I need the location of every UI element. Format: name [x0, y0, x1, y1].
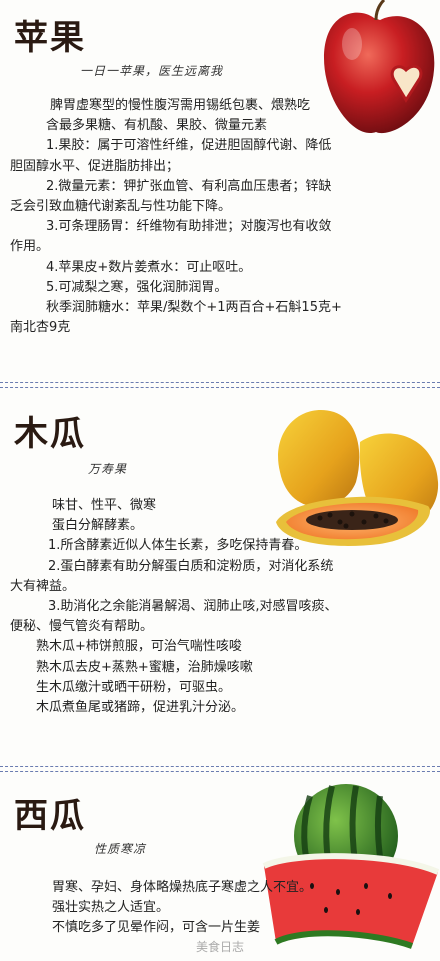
- watermark: 美食日志: [196, 940, 245, 954]
- papaya-line: 熟木瓜+柿饼煎服，可治气喘性咳唆: [36, 639, 242, 655]
- apple-text: 脾胃虚寒型的慢性腹泻需用锡纸包裹、煨熟吃 含最多果糖、有机酸、果胶、微量元素 1…: [10, 96, 432, 338]
- section-divider: [0, 382, 440, 388]
- apple-line: 作用。: [10, 239, 50, 255]
- apple-line: 2.微量元素：钾扩张血管、有利高血压患者；锌缺: [46, 178, 332, 194]
- apple-line: 含最多果糖、有机酸、果胶、微量元素: [46, 118, 268, 134]
- watermelon-line: 强壮实热之人适宜。: [52, 900, 170, 916]
- papaya-line: 味甘、性平、微寒: [52, 498, 157, 513]
- apple-line: 秋季润肺糖水：苹果/梨数个+1两百合+石斛15克+: [46, 300, 342, 316]
- watermelon-line: 不慎吃多了见晕作闷，可含一片生姜: [52, 920, 261, 936]
- apple-line: 5.可减梨之寒，强化润肺润胃。: [46, 279, 228, 295]
- apple-subtitle: 一日一苹果，医生远离我: [80, 64, 224, 78]
- watermelon-text: 胃寒、孕妇、身体略燥热底子寒虚之人不宜。 强壮实热之人适宜。 不慎吃多了见晕作闷…: [10, 878, 432, 939]
- papaya-line: 1.所含酵素近似人体生长素，多吃保持青春。: [48, 538, 308, 554]
- apple-line: 乏会引致血糖代谢紊乱与性功能下降。: [10, 199, 232, 215]
- papaya-line: 2.蛋白酵素有助分解蛋白质和淀粉质，对消化系统: [48, 558, 334, 574]
- apple-title: 苹果: [14, 18, 86, 58]
- apple-line: 3.可条理肠胃：纤维物有助排泄；对腹泻也有收敛: [46, 219, 332, 235]
- papaya-line: 木瓜煮鱼尾或猪蹄，促进乳汁分泌。: [36, 700, 245, 716]
- papaya-line: 熟木瓜去皮+蒸熟+蜜糖，治肺燥咳嗽: [36, 659, 253, 675]
- papaya-line: 3.助消化之余能消暑解渴、润肺止咳,对感冒咳痰、: [48, 599, 338, 615]
- papaya-line: 生木瓜缴汁或晒干研粉，可驱虫。: [36, 679, 232, 695]
- apple-line: 4.苹果皮+数片姜煮水：可止呕吐。: [46, 259, 252, 275]
- watermelon-section: 西瓜 性质寒凉 胃寒、孕妇、身体略燥热底子寒虚之人不宜。 强壮实热之人适宜。 不…: [0, 774, 440, 961]
- watermelon-line: 胃寒、孕妇、身体略燥热底子寒虚之人不宜。: [52, 880, 313, 895]
- watermelon-title: 西瓜: [14, 796, 86, 836]
- apple-line: 胆固醇水平、促进脂肪排出；: [10, 158, 180, 174]
- apple-line: 脾胃虚寒型的慢性腹泻需用锡纸包裹、煨熟吃: [50, 98, 311, 113]
- section-divider: [0, 766, 440, 772]
- papaya-title: 木瓜: [14, 414, 86, 454]
- apple-line: 南北杏9克: [10, 320, 71, 336]
- papaya-section: 木瓜 万寿果 味甘、性平、微寒 蛋白分解酵素。 1.所含酵素近似人体生长素，多吃…: [0, 390, 440, 760]
- papaya-subtitle: 万寿果: [88, 462, 128, 476]
- papaya-line: 便秘、慢气管炎有帮助。: [10, 619, 154, 635]
- fruit-infographic: 苹果 一日一苹果，医生远离我 脾胃虚寒型的慢性腹泻需用锡纸包裹、煨熟吃 含最多果…: [0, 0, 440, 961]
- apple-line: 1.果胶：属于可溶性纤维，促进胆固醇代谢、降低: [46, 138, 332, 154]
- papaya-text: 味甘、性平、微寒 蛋白分解酵素。 1.所含酵素近似人体生长素，多吃保持青春。 2…: [10, 496, 432, 718]
- watermelon-subtitle: 性质寒凉: [94, 842, 147, 856]
- papaya-line: 大有裨益。: [10, 578, 76, 594]
- apple-section: 苹果 一日一苹果，医生远离我 脾胃虚寒型的慢性腹泻需用锡纸包裹、煨熟吃 含最多果…: [0, 0, 440, 380]
- papaya-line: 蛋白分解酵素。: [52, 518, 144, 534]
